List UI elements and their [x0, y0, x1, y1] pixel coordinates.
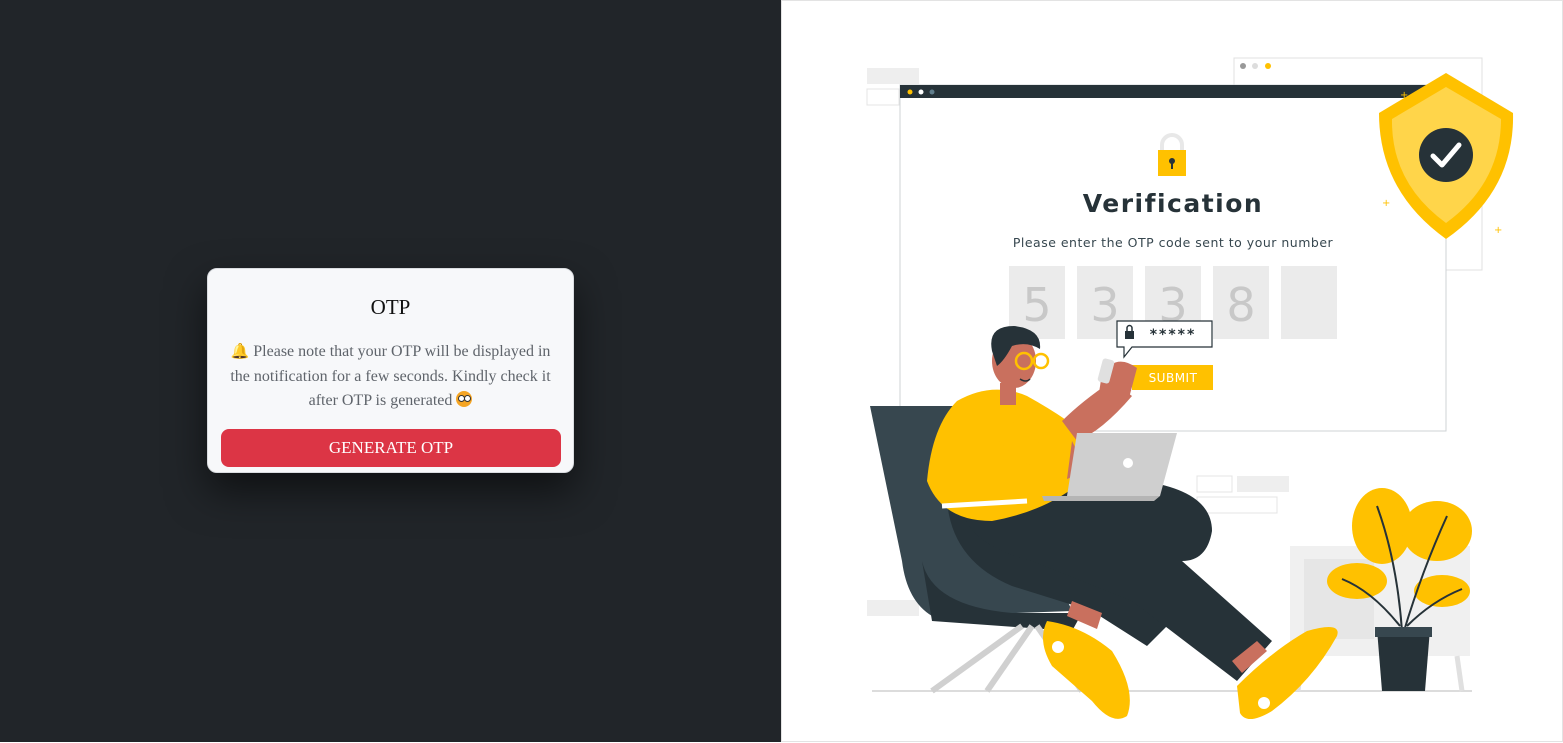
- browser-titlebar: [900, 85, 1446, 98]
- window-dot: [1240, 63, 1246, 69]
- titlebar-dot: [929, 89, 935, 95]
- decor-block: [1196, 475, 1233, 493]
- decor-block: [1196, 496, 1278, 514]
- eyes-emoji-icon: [456, 391, 473, 407]
- otp-digit: 5: [1022, 278, 1051, 332]
- verification-illustration: Verification Please enter the OTP code s…: [866, 57, 1514, 720]
- otp-card: OTP 🔔 Please note that your OTP will be …: [207, 268, 574, 473]
- svg-text:+: +: [1400, 90, 1408, 101]
- verification-subtitle: Please enter the OTP code sent to your n…: [1013, 235, 1334, 250]
- titlebar-dot: [918, 89, 924, 95]
- titlebar-dot: [907, 89, 913, 95]
- window-dot: [1265, 63, 1271, 69]
- generate-otp-button[interactable]: GENERATE OTP: [221, 429, 561, 467]
- otp-note: 🔔 Please note that your OTP will be disp…: [222, 339, 559, 414]
- right-panel: Verification Please enter the OTP code s…: [781, 0, 1563, 742]
- keyhole-slot: [1171, 162, 1173, 169]
- left-panel: OTP 🔔 Please note that your OTP will be …: [0, 0, 781, 742]
- decor-block: [867, 68, 919, 84]
- svg-text:+: +: [1494, 225, 1502, 236]
- window-dot: [1252, 63, 1258, 69]
- cabinet: [1290, 546, 1470, 692]
- otp-digit: 8: [1226, 278, 1255, 332]
- otp-box: [1281, 266, 1337, 339]
- svg-text:+: +: [1382, 198, 1390, 209]
- otp-note-text: Please note that your OTP will be displa…: [230, 343, 551, 409]
- password-mask: *****: [1150, 327, 1197, 343]
- decor-block: [1237, 476, 1289, 492]
- submit-label: SUBMIT: [1149, 371, 1198, 385]
- bell-icon: 🔔: [230, 342, 250, 360]
- decor-block: [867, 600, 919, 616]
- small-lock-icon: [1125, 331, 1134, 339]
- otp-card-title: OTP: [370, 295, 411, 319]
- verification-heading: Verification: [1083, 189, 1263, 218]
- otp-digit: 3: [1090, 278, 1119, 332]
- decor-block: [866, 88, 900, 106]
